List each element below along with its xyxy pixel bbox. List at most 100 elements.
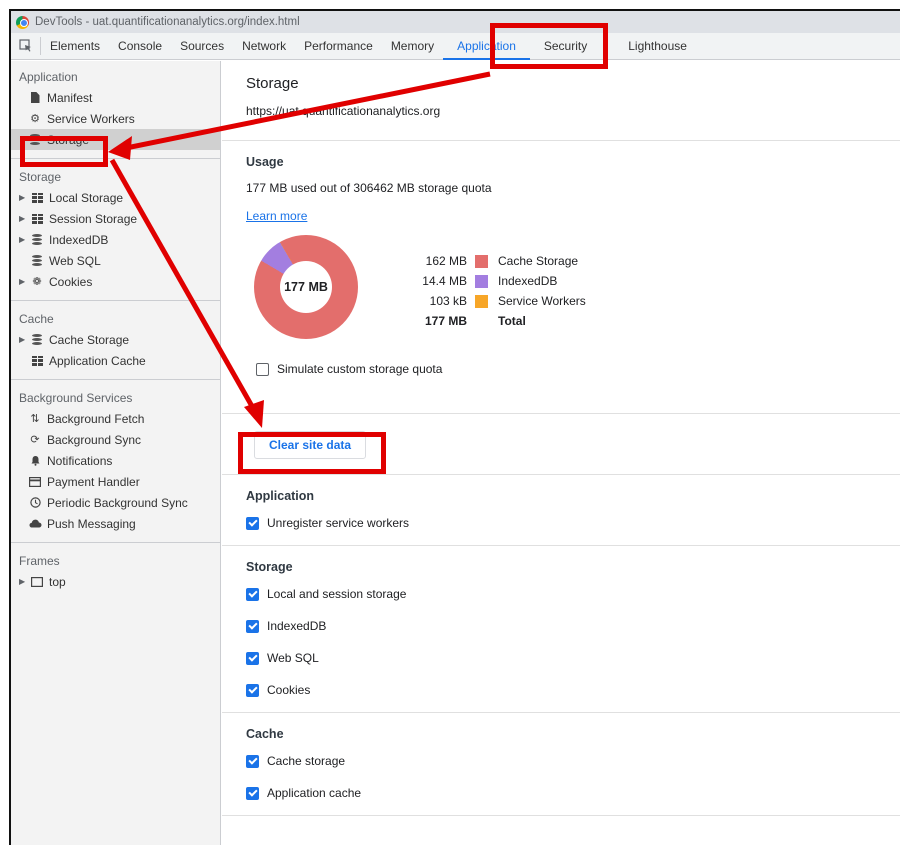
chrome-logo-icon (16, 15, 29, 29)
checkbox-checked[interactable] (246, 754, 259, 768)
sidebar-item-frame-top[interactable]: ▶ top (11, 571, 220, 592)
tab-sources[interactable]: Sources (171, 33, 233, 59)
legend-value: 162 MB (425, 254, 467, 268)
legend-row: 103 kB Service Workers (413, 291, 586, 311)
sidebar-section-cache: Cache ▶ Cache Storage Application Cache (11, 301, 220, 380)
sidebar-item-periodic-background-sync[interactable]: Periodic Background Sync (11, 492, 220, 513)
database-icon (29, 334, 45, 345)
sidebar-item-push-messaging[interactable]: Push Messaging (11, 513, 220, 534)
option-label: Local and session storage (267, 587, 407, 601)
cache-options-section: Cache Cache storage Application cache (222, 713, 900, 816)
option-local-session-storage[interactable]: Local and session storage (246, 578, 876, 610)
sidebar-section-storage: Storage ▶ Local Storage ▶ Session Storag… (11, 159, 220, 301)
tab-memory[interactable]: Memory (382, 33, 443, 59)
option-cookies[interactable]: Cookies (246, 674, 876, 706)
sidebar-item-background-sync[interactable]: ⟳ Background Sync (11, 429, 220, 450)
sidebar-item-label: top (49, 574, 66, 589)
usage-summary: 177 MB used out of 306462 MB storage quo… (246, 181, 492, 195)
tab-network[interactable]: Network (233, 33, 295, 59)
sidebar-heading: Application (19, 70, 78, 84)
storage-panel: Storage https://uat.quantificationanalyt… (222, 61, 900, 845)
sidebar-item-label: Background Sync (47, 432, 142, 447)
learn-more-link[interactable]: Learn more (246, 209, 307, 223)
expand-arrow-icon[interactable]: ▶ (19, 277, 29, 286)
option-label: IndexedDB (267, 619, 327, 633)
expand-arrow-icon[interactable]: ▶ (19, 235, 29, 244)
tab-application[interactable]: Application (443, 33, 530, 60)
section-heading: Application (246, 489, 315, 503)
checkbox-checked[interactable] (246, 786, 259, 800)
legend-label: IndexedDB (498, 274, 558, 288)
frame-icon (29, 576, 45, 587)
usage-legend: 162 MB Cache Storage 14.4 MB IndexedDB 1… (413, 251, 586, 331)
up-down-arrows-icon: ⇅ (30, 413, 40, 425)
option-application-cache[interactable]: Application cache (246, 777, 876, 809)
clear-data-section: Clear site data (222, 414, 900, 475)
sidebar-item-label: Periodic Background Sync (47, 495, 188, 510)
legend-value: 103 kB (429, 294, 467, 308)
tab-security[interactable]: Security (530, 33, 596, 59)
sidebar-heading: Cache (19, 312, 54, 326)
sidebar-item-local-storage[interactable]: ▶ Local Storage (11, 187, 220, 208)
grid-icon (29, 213, 45, 224)
sidebar: Application Manifest ⚙ Service Workers S… (11, 61, 221, 845)
tab-lighthouse[interactable]: Lighthouse (596, 33, 696, 59)
tab-performance[interactable]: Performance (295, 33, 382, 59)
grid-icon (29, 192, 45, 203)
sidebar-item-label: Notifications (47, 453, 113, 468)
sidebar-item-label: Cache Storage (49, 332, 130, 347)
section-heading: Usage (246, 155, 284, 169)
database-icon (29, 234, 45, 245)
sidebar-item-cache-storage[interactable]: ▶ Cache Storage (11, 329, 220, 350)
sidebar-item-cookies[interactable]: ▶ ❁ Cookies (11, 271, 220, 292)
option-indexeddb[interactable]: IndexedDB (246, 610, 876, 642)
option-label: Application cache (267, 786, 362, 800)
sidebar-item-web-sql[interactable]: Web SQL (11, 250, 220, 271)
sidebar-item-background-fetch[interactable]: ⇅ Background Fetch (11, 408, 220, 429)
legend-row: 14.4 MB IndexedDB (413, 271, 586, 291)
sidebar-item-service-workers[interactable]: ⚙ Service Workers (11, 108, 220, 129)
expand-arrow-icon[interactable]: ▶ (19, 214, 29, 223)
sidebar-item-label: Storage (47, 132, 90, 147)
sidebar-item-indexeddb[interactable]: ▶ IndexedDB (11, 229, 220, 250)
checkbox-checked[interactable] (246, 619, 259, 633)
expand-arrow-icon[interactable]: ▶ (19, 577, 29, 586)
sidebar-item-label: Background Fetch (47, 411, 145, 426)
simulate-quota-label: Simulate custom storage quota (277, 362, 443, 376)
sidebar-item-manifest[interactable]: Manifest (11, 87, 220, 108)
expand-arrow-icon[interactable]: ▶ (19, 193, 29, 202)
sidebar-item-label: Application Cache (49, 353, 146, 368)
inspect-element-icon[interactable] (11, 37, 41, 55)
checkbox-checked[interactable] (246, 587, 259, 601)
option-unregister-service-workers[interactable]: Unregister service workers (246, 507, 876, 539)
cloud-icon (27, 519, 43, 528)
application-options-section: Application Unregister service workers (222, 475, 900, 546)
tab-elements[interactable]: Elements (41, 33, 109, 59)
simulate-quota-checkbox[interactable] (256, 362, 269, 376)
usage-section: Usage 177 MB used out of 306462 MB stora… (222, 141, 900, 414)
option-cache-storage[interactable]: Cache storage (246, 745, 876, 777)
sidebar-item-session-storage[interactable]: ▶ Session Storage (11, 208, 220, 229)
simulate-quota-row[interactable]: Simulate custom storage quota (256, 353, 876, 385)
checkbox-checked[interactable] (246, 683, 259, 697)
sidebar-item-label: IndexedDB (49, 232, 109, 247)
sidebar-item-label: Cookies (49, 274, 93, 289)
checkbox-checked[interactable] (246, 651, 259, 665)
checkbox-checked[interactable] (246, 516, 259, 530)
sidebar-section-application: Application Manifest ⚙ Service Workers S… (11, 61, 220, 159)
sidebar-item-notifications[interactable]: Notifications (11, 450, 220, 471)
clear-site-data-button[interactable]: Clear site data (254, 431, 367, 459)
option-web-sql[interactable]: Web SQL (246, 642, 876, 674)
tab-console[interactable]: Console (109, 33, 171, 59)
sidebar-section-frames: Frames ▶ top (11, 543, 220, 600)
sidebar-item-storage[interactable]: Storage (11, 129, 220, 150)
database-icon (29, 255, 45, 266)
legend-total-value: 177 MB (424, 314, 467, 328)
sidebar-item-application-cache[interactable]: Application Cache (11, 350, 220, 371)
legend-total-row: 177 MB Total (413, 311, 586, 331)
grid-icon (29, 355, 45, 366)
expand-arrow-icon[interactable]: ▶ (19, 335, 29, 344)
sidebar-item-label: Push Messaging (47, 516, 136, 531)
storage-header: Storage https://uat.quantificationanalyt… (222, 61, 900, 141)
sidebar-item-payment-handler[interactable]: Payment Handler (11, 471, 220, 492)
